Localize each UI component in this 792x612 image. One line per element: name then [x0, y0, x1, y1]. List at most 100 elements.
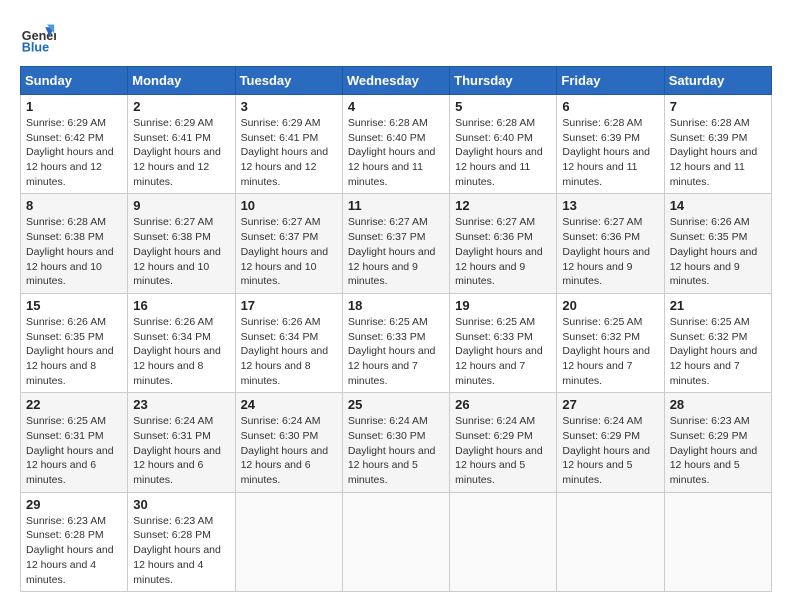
day-info: Sunrise: 6:23 AM Sunset: 6:28 PM Dayligh… [26, 514, 122, 587]
calendar-cell: 1 Sunrise: 6:29 AM Sunset: 6:42 PM Dayli… [21, 95, 128, 194]
day-number: 13 [562, 198, 658, 213]
day-number: 14 [670, 198, 766, 213]
calendar-header-row: SundayMondayTuesdayWednesdayThursdayFrid… [21, 67, 772, 95]
day-number: 19 [455, 298, 551, 313]
day-info: Sunrise: 6:24 AM Sunset: 6:31 PM Dayligh… [133, 414, 229, 487]
day-info: Sunrise: 6:25 AM Sunset: 6:32 PM Dayligh… [562, 315, 658, 388]
day-number: 23 [133, 397, 229, 412]
day-number: 8 [26, 198, 122, 213]
day-number: 29 [26, 497, 122, 512]
calendar-table: SundayMondayTuesdayWednesdayThursdayFrid… [20, 66, 772, 592]
calendar-cell: 24 Sunrise: 6:24 AM Sunset: 6:30 PM Dayl… [235, 393, 342, 492]
day-number: 24 [241, 397, 337, 412]
day-info: Sunrise: 6:26 AM Sunset: 6:34 PM Dayligh… [133, 315, 229, 388]
logo-icon: General Blue [20, 20, 56, 56]
day-number: 18 [348, 298, 444, 313]
day-number: 9 [133, 198, 229, 213]
day-info: Sunrise: 6:25 AM Sunset: 6:33 PM Dayligh… [455, 315, 551, 388]
day-of-week-header: Sunday [21, 67, 128, 95]
calendar-cell [342, 492, 449, 591]
day-of-week-header: Monday [128, 67, 235, 95]
calendar-cell: 22 Sunrise: 6:25 AM Sunset: 6:31 PM Dayl… [21, 393, 128, 492]
calendar-cell: 29 Sunrise: 6:23 AM Sunset: 6:28 PM Dayl… [21, 492, 128, 591]
day-info: Sunrise: 6:26 AM Sunset: 6:34 PM Dayligh… [241, 315, 337, 388]
day-info: Sunrise: 6:27 AM Sunset: 6:36 PM Dayligh… [562, 215, 658, 288]
calendar-cell: 16 Sunrise: 6:26 AM Sunset: 6:34 PM Dayl… [128, 293, 235, 392]
page-header: General Blue [20, 20, 772, 56]
day-info: Sunrise: 6:27 AM Sunset: 6:36 PM Dayligh… [455, 215, 551, 288]
calendar-cell: 12 Sunrise: 6:27 AM Sunset: 6:36 PM Dayl… [450, 194, 557, 293]
day-number: 26 [455, 397, 551, 412]
calendar-cell: 15 Sunrise: 6:26 AM Sunset: 6:35 PM Dayl… [21, 293, 128, 392]
day-info: Sunrise: 6:28 AM Sunset: 6:39 PM Dayligh… [562, 116, 658, 189]
calendar-week-row: 29 Sunrise: 6:23 AM Sunset: 6:28 PM Dayl… [21, 492, 772, 591]
day-info: Sunrise: 6:28 AM Sunset: 6:40 PM Dayligh… [455, 116, 551, 189]
calendar-cell: 13 Sunrise: 6:27 AM Sunset: 6:36 PM Dayl… [557, 194, 664, 293]
day-of-week-header: Friday [557, 67, 664, 95]
calendar-cell: 2 Sunrise: 6:29 AM Sunset: 6:41 PM Dayli… [128, 95, 235, 194]
day-info: Sunrise: 6:27 AM Sunset: 6:37 PM Dayligh… [241, 215, 337, 288]
day-number: 15 [26, 298, 122, 313]
calendar-cell [664, 492, 771, 591]
day-number: 12 [455, 198, 551, 213]
day-number: 6 [562, 99, 658, 114]
day-info: Sunrise: 6:24 AM Sunset: 6:30 PM Dayligh… [348, 414, 444, 487]
day-info: Sunrise: 6:23 AM Sunset: 6:28 PM Dayligh… [133, 514, 229, 587]
day-number: 27 [562, 397, 658, 412]
calendar-cell: 8 Sunrise: 6:28 AM Sunset: 6:38 PM Dayli… [21, 194, 128, 293]
day-number: 16 [133, 298, 229, 313]
calendar-cell: 30 Sunrise: 6:23 AM Sunset: 6:28 PM Dayl… [128, 492, 235, 591]
day-number: 28 [670, 397, 766, 412]
calendar-week-row: 8 Sunrise: 6:28 AM Sunset: 6:38 PM Dayli… [21, 194, 772, 293]
day-info: Sunrise: 6:26 AM Sunset: 6:35 PM Dayligh… [670, 215, 766, 288]
calendar-cell: 5 Sunrise: 6:28 AM Sunset: 6:40 PM Dayli… [450, 95, 557, 194]
day-number: 20 [562, 298, 658, 313]
calendar-cell [235, 492, 342, 591]
calendar-cell: 7 Sunrise: 6:28 AM Sunset: 6:39 PM Dayli… [664, 95, 771, 194]
day-number: 21 [670, 298, 766, 313]
calendar-cell: 18 Sunrise: 6:25 AM Sunset: 6:33 PM Dayl… [342, 293, 449, 392]
calendar-cell [557, 492, 664, 591]
day-number: 2 [133, 99, 229, 114]
day-info: Sunrise: 6:24 AM Sunset: 6:30 PM Dayligh… [241, 414, 337, 487]
day-of-week-header: Saturday [664, 67, 771, 95]
calendar-cell: 20 Sunrise: 6:25 AM Sunset: 6:32 PM Dayl… [557, 293, 664, 392]
day-number: 17 [241, 298, 337, 313]
calendar-body: 1 Sunrise: 6:29 AM Sunset: 6:42 PM Dayli… [21, 95, 772, 592]
day-number: 22 [26, 397, 122, 412]
day-info: Sunrise: 6:25 AM Sunset: 6:32 PM Dayligh… [670, 315, 766, 388]
calendar-cell: 14 Sunrise: 6:26 AM Sunset: 6:35 PM Dayl… [664, 194, 771, 293]
calendar-cell: 9 Sunrise: 6:27 AM Sunset: 6:38 PM Dayli… [128, 194, 235, 293]
day-number: 30 [133, 497, 229, 512]
day-of-week-header: Thursday [450, 67, 557, 95]
day-info: Sunrise: 6:25 AM Sunset: 6:33 PM Dayligh… [348, 315, 444, 388]
day-number: 7 [670, 99, 766, 114]
day-number: 3 [241, 99, 337, 114]
day-number: 25 [348, 397, 444, 412]
calendar-cell: 25 Sunrise: 6:24 AM Sunset: 6:30 PM Dayl… [342, 393, 449, 492]
day-info: Sunrise: 6:27 AM Sunset: 6:38 PM Dayligh… [133, 215, 229, 288]
day-info: Sunrise: 6:28 AM Sunset: 6:38 PM Dayligh… [26, 215, 122, 288]
calendar-cell [450, 492, 557, 591]
day-number: 11 [348, 198, 444, 213]
calendar-cell: 17 Sunrise: 6:26 AM Sunset: 6:34 PM Dayl… [235, 293, 342, 392]
calendar-cell: 6 Sunrise: 6:28 AM Sunset: 6:39 PM Dayli… [557, 95, 664, 194]
calendar-week-row: 22 Sunrise: 6:25 AM Sunset: 6:31 PM Dayl… [21, 393, 772, 492]
day-number: 5 [455, 99, 551, 114]
day-info: Sunrise: 6:29 AM Sunset: 6:41 PM Dayligh… [241, 116, 337, 189]
day-number: 4 [348, 99, 444, 114]
day-of-week-header: Tuesday [235, 67, 342, 95]
calendar-cell: 23 Sunrise: 6:24 AM Sunset: 6:31 PM Dayl… [128, 393, 235, 492]
calendar-cell: 10 Sunrise: 6:27 AM Sunset: 6:37 PM Dayl… [235, 194, 342, 293]
calendar-cell: 11 Sunrise: 6:27 AM Sunset: 6:37 PM Dayl… [342, 194, 449, 293]
day-info: Sunrise: 6:23 AM Sunset: 6:29 PM Dayligh… [670, 414, 766, 487]
calendar-cell: 4 Sunrise: 6:28 AM Sunset: 6:40 PM Dayli… [342, 95, 449, 194]
calendar-cell: 27 Sunrise: 6:24 AM Sunset: 6:29 PM Dayl… [557, 393, 664, 492]
svg-text:Blue: Blue [22, 41, 49, 55]
day-number: 10 [241, 198, 337, 213]
day-number: 1 [26, 99, 122, 114]
day-info: Sunrise: 6:29 AM Sunset: 6:41 PM Dayligh… [133, 116, 229, 189]
day-of-week-header: Wednesday [342, 67, 449, 95]
day-info: Sunrise: 6:26 AM Sunset: 6:35 PM Dayligh… [26, 315, 122, 388]
day-info: Sunrise: 6:24 AM Sunset: 6:29 PM Dayligh… [455, 414, 551, 487]
